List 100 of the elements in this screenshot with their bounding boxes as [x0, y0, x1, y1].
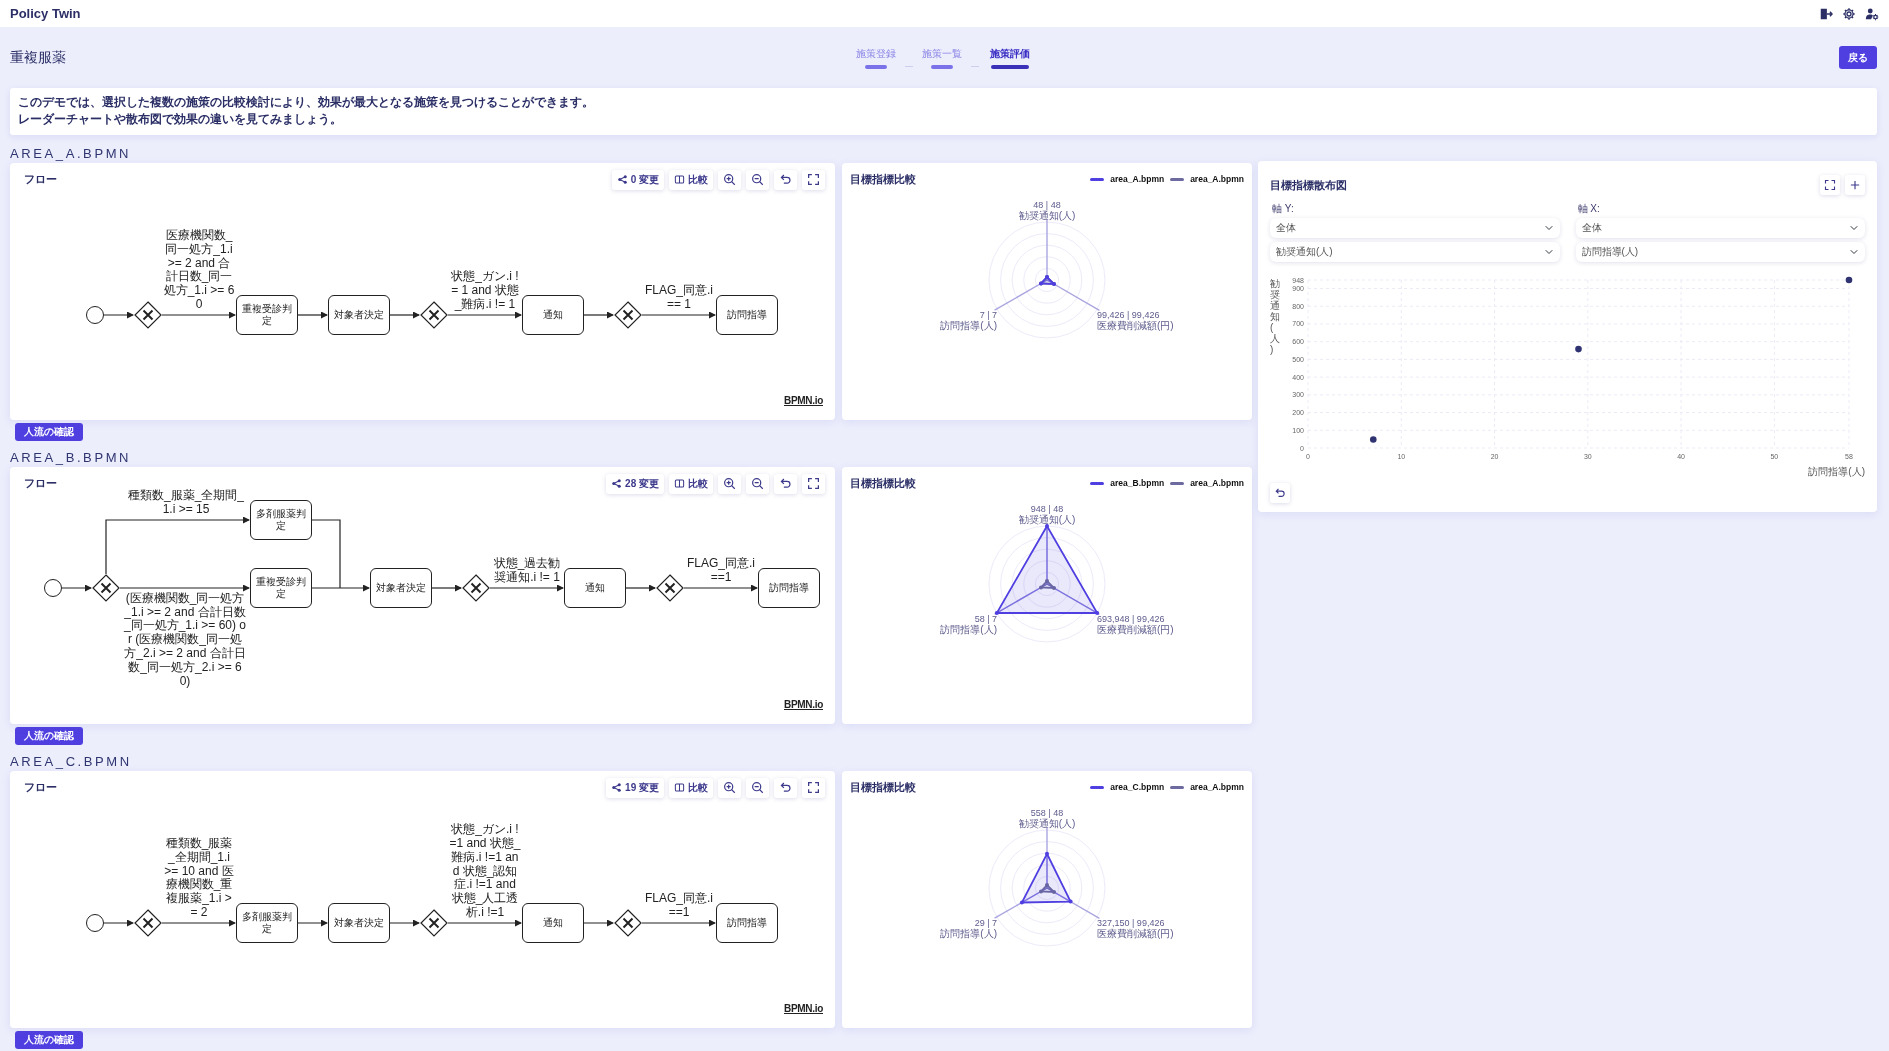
app-brand: Policy Twin — [10, 4, 81, 23]
zoom-in-button[interactable] — [718, 777, 741, 798]
undo-button[interactable] — [774, 777, 797, 798]
sequence-flow-arrow — [103, 311, 134, 319]
task-node: 訪問指導 — [716, 902, 778, 943]
sequence-flow-arrow — [625, 584, 656, 592]
add-button[interactable] — [1845, 174, 1865, 195]
section-title: AREA_A.BPMN — [10, 146, 132, 161]
task-node: 訪問指導 — [716, 294, 778, 335]
exclusive-gateway — [134, 908, 162, 937]
compare-button[interactable]: 比較 — [669, 777, 713, 798]
metric-select[interactable]: 訪問指導(人) — [1575, 241, 1865, 262]
exclusive-gateway — [134, 300, 162, 329]
settings-icon[interactable] — [1842, 6, 1856, 21]
zoom-out-icon — [751, 781, 764, 795]
zoom-in-icon — [723, 173, 736, 187]
panel-title: 目標指標比較 — [850, 779, 916, 795]
zoom-out-button[interactable] — [746, 777, 769, 798]
start-event — [86, 913, 104, 932]
bpmn-logo[interactable]: BPMN.io — [784, 392, 823, 408]
page-title: 重複服薬 — [10, 47, 66, 67]
changes-button[interactable]: 19 変更 — [606, 777, 664, 798]
group-select[interactable]: 全体 — [1270, 217, 1560, 238]
axis-label: 医療費削減額(円) — [1097, 320, 1174, 332]
panel-title: フロー — [24, 475, 57, 491]
axis-title: 勧奨通知(人) — [1270, 277, 1280, 355]
task-node: 対象者決定 — [370, 567, 432, 608]
flow-check-button[interactable]: 人流の確認 — [15, 1030, 83, 1049]
task-node: 通知 — [564, 567, 626, 608]
zoom-in-button[interactable] — [718, 473, 741, 494]
zoom-out-icon — [751, 173, 764, 187]
columns-icon — [674, 782, 685, 794]
condition-label: FLAG_同意.i == 1 — [644, 284, 714, 312]
condition-label: (医療機関数_同一処方_1.i >= 2 and 合計日数_同一処方_1.i >= 60) or (医療機関数_同一処方_2.i >= 2 and 合計日数_同一処方_2.i >= 60) — [123, 591, 247, 689]
zoom-out-button[interactable] — [746, 169, 769, 190]
fullscreen-button[interactable] — [802, 473, 825, 494]
task-node: 重複受診判定 — [250, 567, 312, 608]
exclusive-gateway — [420, 908, 448, 937]
radar-shape-outline — [1039, 275, 1057, 287]
compare-button[interactable]: 比較 — [669, 169, 713, 190]
fullscreen-icon — [1824, 178, 1836, 191]
panel-title: フロー — [24, 779, 57, 795]
zoom-in-button[interactable] — [718, 169, 741, 190]
legend-label: area_A.bpmn — [1110, 172, 1165, 186]
zoom-out-button[interactable] — [746, 473, 769, 494]
back-button[interactable]: 戻る — [1839, 45, 1877, 69]
fullscreen-button[interactable] — [1820, 174, 1840, 195]
sequence-flow-arrow — [431, 584, 462, 592]
radar-shape-outline — [1019, 852, 1073, 905]
axis-label: 医療費削減額(円) — [1097, 624, 1174, 636]
sequence-flow-arrow — [389, 919, 420, 927]
task-node: 重複受診判定 — [236, 294, 298, 335]
condition-label: 状態_ガン.i !=1 and 状態_難病.i !=1 and 状態_認知症.i !=1 and 状態_人工透析.i !=1 — [449, 823, 521, 920]
logout-icon[interactable] — [1819, 6, 1833, 21]
zoom-out-icon — [751, 477, 764, 491]
zoom-in-icon — [723, 781, 736, 795]
step-tab[interactable]: 施策評価 — [978, 45, 1041, 69]
task-node: 訪問指導 — [758, 567, 820, 608]
undo-icon — [779, 173, 792, 187]
reset-button[interactable] — [1270, 482, 1290, 503]
flow-check-button[interactable]: 人流の確認 — [15, 422, 83, 441]
group-select[interactable]: 全体 — [1575, 217, 1865, 238]
fullscreen-icon — [807, 173, 820, 187]
sequence-flow-arrow — [583, 919, 614, 927]
axis-reading: 693,948 | 99,426 — [1097, 614, 1165, 625]
axis-label: 訪問指導(人) — [940, 320, 997, 332]
user-settings-icon[interactable] — [1865, 6, 1879, 21]
bpmn-logo[interactable]: BPMN.io — [784, 696, 823, 712]
condition-label: 種類数_服薬_全期間_1.i >= 15 — [127, 489, 245, 517]
fullscreen-button[interactable] — [802, 169, 825, 190]
undo-icon — [779, 781, 792, 795]
fullscreen-button[interactable] — [802, 777, 825, 798]
undo-icon — [1274, 486, 1286, 499]
axis-reading: 29 | 7 — [974, 918, 997, 929]
bpmn-logo[interactable]: BPMN.io — [784, 1000, 823, 1016]
axis-label: 勧奨通知(人) — [1018, 818, 1076, 830]
axis-reading: 7 | 7 — [979, 310, 997, 321]
sequence-flow-arrow — [297, 919, 328, 927]
fullscreen-icon — [807, 477, 820, 491]
metric-select[interactable]: 勧奨通知(人) — [1270, 241, 1560, 262]
compare-button[interactable]: 比較 — [669, 473, 713, 494]
data-point — [1845, 276, 1853, 284]
axis-reading: 948 | 48 — [1030, 504, 1064, 515]
fullscreen-icon — [807, 781, 820, 795]
axis-reading: 99,426 | 99,426 — [1097, 310, 1160, 321]
task-node: 通知 — [522, 294, 584, 335]
undo-button[interactable] — [774, 473, 797, 494]
undo-button[interactable] — [774, 169, 797, 190]
exclusive-gateway — [462, 573, 490, 602]
start-event — [86, 305, 104, 324]
axis-label: 訪問指導(人) — [940, 624, 997, 636]
changes-button[interactable]: 0 変更 — [611, 169, 664, 190]
axis-label: 勧奨通知(人) — [1018, 514, 1076, 526]
condition-label: 状態_過去勧奨通知.i != 1 — [492, 557, 562, 585]
panel-title: フロー — [24, 171, 57, 187]
task-node: 対象者決定 — [328, 294, 390, 335]
exclusive-gateway — [614, 300, 642, 329]
changes-button[interactable]: 28 変更 — [606, 473, 664, 494]
sequence-flow-arrow — [583, 311, 614, 319]
flow-check-button[interactable]: 人流の確認 — [15, 726, 83, 745]
